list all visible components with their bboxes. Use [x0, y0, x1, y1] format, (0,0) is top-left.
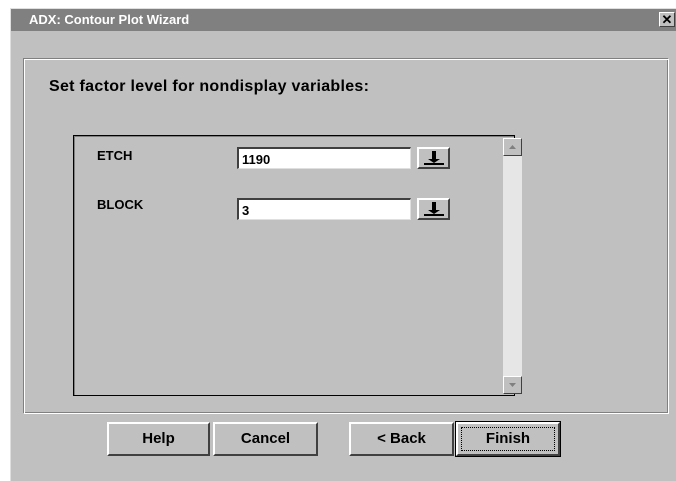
variable-label-block: BLOCK — [97, 197, 144, 212]
finish-button[interactable]: Finish — [455, 421, 561, 457]
title-bar: ADX: Contour Plot Wizard ✕ — [11, 9, 676, 31]
cancel-button[interactable]: Cancel — [213, 422, 318, 456]
push-down-icon — [424, 202, 444, 216]
page-heading: Set factor level for nondisplay variable… — [49, 78, 370, 95]
close-icon: ✕ — [661, 12, 673, 27]
arrow-up-icon — [509, 145, 516, 149]
vertical-scrollbar[interactable] — [503, 138, 522, 394]
variable-label-etch: ETCH — [97, 148, 133, 163]
etch-dropdown-button[interactable] — [417, 147, 450, 169]
etch-value-field[interactable]: 1190 — [237, 147, 411, 169]
push-down-icon — [424, 151, 444, 165]
variables-panel — [73, 135, 515, 396]
scroll-down-button[interactable] — [503, 376, 522, 394]
window-title: ADX: Contour Plot Wizard — [29, 12, 190, 27]
block-value-field[interactable]: 3 — [237, 198, 411, 220]
help-button[interactable]: Help — [107, 422, 210, 456]
block-dropdown-button[interactable] — [417, 198, 450, 220]
finish-button-label: Finish — [485, 430, 531, 447]
scroll-up-button[interactable] — [503, 138, 522, 156]
arrow-down-icon — [509, 383, 516, 387]
back-button[interactable]: < Back — [349, 422, 454, 456]
close-button[interactable]: ✕ — [659, 12, 675, 27]
